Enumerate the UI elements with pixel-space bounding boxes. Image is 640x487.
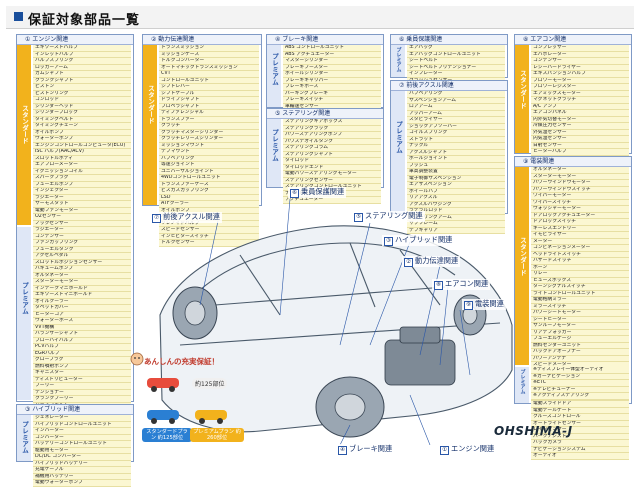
company-logo: OHSHIMA-J [494, 424, 573, 438]
mascot-icon [130, 352, 144, 366]
page-header: 保証対象部品一覧 [6, 6, 634, 29]
occupant-premium-label: プレミアム [391, 45, 405, 77]
section-occupant-title: ⑥ 乗員保護関連 [391, 35, 507, 45]
list-item: 電動ウォーターポンプ [33, 480, 131, 487]
section-steering: ⑤ ステアリング関連 プレミアム ステアリングギアボックス ステアリングラック パワ… [266, 108, 384, 204]
section-hybrid-title: ③ ハイブリッド関連 [17, 405, 133, 415]
section-aircon-title: ⑧ エアコン関連 [515, 35, 631, 45]
section-brake: ④ ブレーキ関連 プレミアム ABS コントロールユニット ABS アクチュエータ… [266, 34, 384, 117]
steering-premium-label: プレミアム [267, 119, 281, 187]
list-item: ※アクティブステアリング [531, 393, 629, 400]
promo-title: あんしんの充実保証！ [144, 357, 219, 366]
premium-plan-chip: プレミアムプラン 約260部位 [190, 428, 244, 442]
hybrid-premium-list: ジェネレーター ハイブリッドコントロールユニット インバーター コンバーター バッテリー… [33, 415, 131, 487]
brake-premium-list: ABS コントロールユニット ABS アクチュエーター マスターシリンダー ブレーキブ… [283, 45, 381, 117]
premium-plan-car-icon [195, 410, 227, 424]
aircon-standard-label: スタンダード [515, 45, 529, 153]
section-drive: ② 動力伝達関連 スタンダード トランスミッション ミッションケース トルクコンバー… [142, 34, 262, 247]
section-drive-title: ② 動力伝達関連 [143, 35, 261, 45]
brake-premium-label: プレミアム [267, 45, 281, 107]
standard-plan-car-icon [147, 410, 179, 424]
section-hybrid: ③ ハイブリッド関連 プレミアム ジェネレーター ハイブリッドコントロールユニット… [16, 404, 134, 487]
standard-plan-chip: スタンダードプラン 約125部位 [142, 428, 192, 442]
drive-standard-label: スタンダード [143, 45, 157, 205]
electric-standard-list: オルタネーター スターターモーター パワーウインドウモーター パワーウインドウスイッチ… [531, 167, 629, 460]
page-title: 保証対象部品一覧 [28, 13, 141, 28]
section-engine-title: ① エンジン関連 [17, 35, 133, 45]
car-label-electric: ⑨ 電装関連 [462, 299, 506, 310]
aircon-standard-list: コンプレッサー エバポレーター コンデンサー レシーバードライヤー エキスパンションバル… [531, 45, 629, 169]
engine-premium-list: ラジエーター コンデンサー ファンカップリング フューエルタンク アクセルペダル スロット… [33, 227, 131, 409]
section-steering-title: ⑤ ステアリング関連 [267, 109, 383, 119]
section-aircon: ⑧ エアコン関連 スタンダード コンプレッサー エバポレーター コンデンサー レシーバ… [514, 34, 632, 169]
standard-car-icon [147, 378, 179, 392]
car-label-hybrid: ③ ハイブリッド関連 [382, 235, 455, 246]
car-label-drive: ② 動力伝達関連 [402, 256, 461, 267]
car-label-occupant: ⑥ 乗員保護関連 [288, 187, 347, 198]
car-label-brake: ④ ブレーキ関連 [336, 444, 395, 455]
warranty-promo: あんしんの充実保証！ 約125部位 スタンダードプラン 約125部位 プレミアム… [128, 350, 248, 448]
warranty-parts-sheet: 保証対象部品一覧 ① エンジン関連 スタンダード エキゾーストバルブ インレットバ… [0, 0, 640, 487]
car-label-engine: ① エンジン関連 [438, 444, 497, 455]
engine-premium-label: プレミアム [17, 227, 31, 400]
list-item: オーディオ [531, 453, 629, 460]
promo-bubble: 約125部位 [192, 378, 228, 389]
car-label-rear-axle: ⑦ 前後アクスル関連 [150, 212, 222, 223]
section-electric: ⑨ 電装関連 スタンダード オルタネーター スターターモーター パワーウインドウモー… [514, 156, 632, 460]
occupant-premium-list: エアバッグ エアバッグコントロールユニット シートベルト シートベルトプリテンショナー… [407, 45, 505, 84]
car-label-aircon: ⑧ エアコン関連 [432, 279, 491, 290]
section-brake-title: ④ ブレーキ関連 [267, 35, 383, 45]
header-square-icon [14, 12, 23, 21]
car-label-steering: ⑤ ステアリング関連 [352, 211, 425, 222]
section-electric-title: ⑨ 電装関連 [515, 157, 631, 167]
electric-premium-list: ※ディスプレイ一体型オーディオ ※カーナビゲーション ※ETC ※テレビチューナー ※ア… [531, 367, 629, 400]
section-rear-axle-title: ⑦ 前後アクスル関連 [391, 81, 507, 91]
section-occupant: ⑥ 乗員保護関連 プレミアム エアバッグ エアバッグコントロールユニット シートベル… [390, 34, 508, 84]
hybrid-premium-label: プレミアム [17, 415, 31, 461]
section-rear-axle: ⑦ 前後アクスル関連 プレミアム ハブベアリング サスペンションアーム ロアアームア… [390, 80, 508, 234]
engine-standard-label: スタンダード [17, 45, 31, 225]
section-engine: ① エンジン関連 スタンダード エキゾーストバルブ インレットバルブ バルブスプリン… [16, 34, 134, 409]
